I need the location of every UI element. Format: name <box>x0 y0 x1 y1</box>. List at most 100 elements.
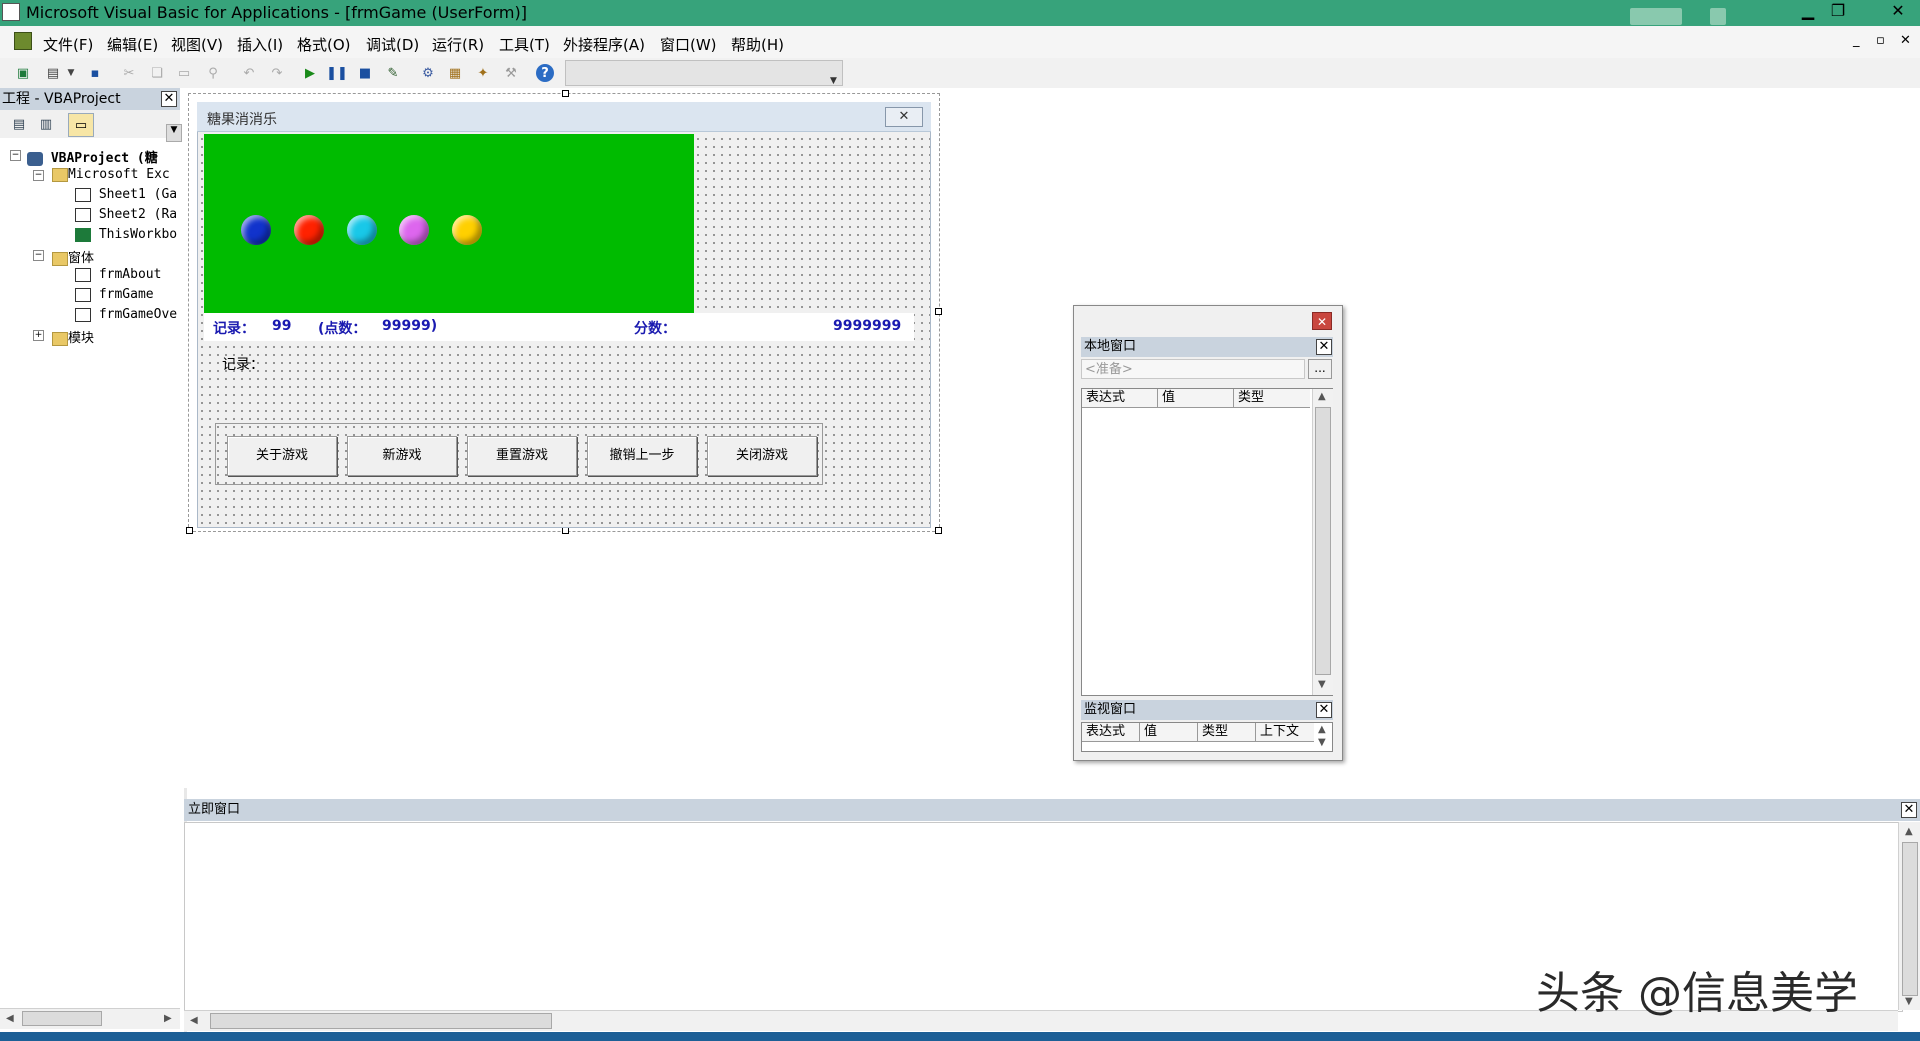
locals-vscrollbar[interactable]: ▲ ▼ <box>1312 389 1333 695</box>
find-icon[interactable]: ⚲ <box>204 64 222 82</box>
resize-handle[interactable] <box>935 308 942 315</box>
resize-handle[interactable] <box>935 527 942 534</box>
watch-col-type[interactable]: 类型 <box>1198 723 1256 741</box>
locals-col-type[interactable]: 类型 <box>1234 389 1310 407</box>
toggle-folders-icon[interactable]: ▭ <box>68 113 94 137</box>
scroll-down-icon[interactable]: ▼ <box>1318 737 1326 748</box>
menu-help[interactable]: 帮助(H) <box>731 34 784 55</box>
menu-run[interactable]: 运行(R) <box>432 34 484 55</box>
paste-icon[interactable]: ▭ <box>175 64 193 82</box>
menu-format[interactable]: 格式(O) <box>297 34 351 55</box>
maximize-icon[interactable]: ❐ <box>1823 0 1853 22</box>
dropdown-arrow-icon[interactable]: ▼ <box>66 64 76 82</box>
collapse-icon[interactable]: − <box>10 150 21 161</box>
view-object-icon[interactable]: ▥ <box>37 115 55 133</box>
userform-close-icon[interactable]: ✕ <box>885 107 923 127</box>
candy-ball-cyan[interactable] <box>347 215 377 245</box>
locals-col-expression[interactable]: 表达式 <box>1082 389 1158 407</box>
menu-edit[interactable]: 编辑(E) <box>107 34 158 55</box>
locals-ellipsis-button[interactable]: ... <box>1308 359 1332 379</box>
scroll-up-icon[interactable]: ▲ <box>1318 391 1326 402</box>
collapse-icon[interactable]: − <box>33 170 44 181</box>
tree-thisworkbook[interactable]: ThisWorkbo <box>75 227 177 242</box>
mdi-close-icon[interactable]: ✕ <box>1900 33 1911 48</box>
locals-list[interactable]: 表达式值类型 ▲ ▼ <box>1081 388 1333 696</box>
scroll-down-icon[interactable]: ▼ <box>1318 679 1326 690</box>
menu-view[interactable]: 视图(V) <box>171 34 223 55</box>
watch-list[interactable]: 表达式值类型 上下文 ▲ ▼ <box>1081 722 1333 752</box>
mdi-restore-icon[interactable]: ▫ <box>1876 33 1885 48</box>
candy-ball-red[interactable] <box>294 215 324 245</box>
tree-excel-objects[interactable]: Microsoft Exc <box>52 167 170 182</box>
properties-window-icon[interactable]: ▦ <box>446 64 464 82</box>
project-close-icon[interactable]: ✕ <box>161 91 177 107</box>
scroll-thumb[interactable] <box>22 1011 102 1026</box>
view-code-icon[interactable]: ▤ <box>10 115 28 133</box>
tree-vbaproject[interactable]: VBAProject (糖 <box>27 147 158 166</box>
undo-step-button[interactable]: 撤销上一步 <box>587 436 697 476</box>
locals-close-icon[interactable]: ✕ <box>1316 339 1332 355</box>
minimize-icon[interactable]: ▁ <box>1793 0 1823 22</box>
new-game-button[interactable]: 新游戏 <box>347 436 457 476</box>
float-close-icon[interactable]: ✕ <box>1312 312 1332 330</box>
close-icon[interactable]: ✕ <box>1883 0 1913 22</box>
menu-insert[interactable]: 插入(I) <box>237 34 283 55</box>
tree-sheet2[interactable]: Sheet2 (Ra <box>75 207 177 222</box>
immediate-close-icon[interactable]: ✕ <box>1901 802 1917 818</box>
project-explorer-icon[interactable]: ⚙ <box>419 64 437 82</box>
location-combo[interactable] <box>565 60 843 86</box>
help-icon[interactable]: ? <box>536 64 554 82</box>
game-board[interactable] <box>204 134 694 314</box>
tree-frmgame[interactable]: frmGame <box>75 287 154 302</box>
undo-icon[interactable]: ↶ <box>240 64 258 82</box>
resize-handle[interactable] <box>186 527 193 534</box>
project-hscrollbar[interactable]: ◀ ▶ <box>0 1008 180 1029</box>
redo-icon[interactable]: ↷ <box>268 64 286 82</box>
scroll-up-icon[interactable]: ▲ <box>1905 826 1913 837</box>
scroll-thumb[interactable] <box>1315 407 1331 675</box>
mdi-minimize-icon[interactable]: _ <box>1853 33 1860 48</box>
vba-app-icon[interactable] <box>2 3 20 21</box>
expand-icon[interactable]: + <box>33 330 44 341</box>
candy-ball-blue[interactable] <box>241 215 271 245</box>
scroll-up-icon[interactable]: ▲ <box>1318 724 1326 735</box>
scroll-thumb[interactable] <box>1902 842 1918 996</box>
project-scroll-up-icon[interactable]: ▼ <box>166 124 182 142</box>
toolbox-icon[interactable]: ⚒ <box>502 64 520 82</box>
about-game-button[interactable]: 关于游戏 <box>227 436 337 476</box>
break-icon[interactable]: ❚❚ <box>326 64 348 82</box>
menu-addins[interactable]: 外接程序(A) <box>563 34 645 55</box>
menu-window[interactable]: 窗口(W) <box>660 34 717 55</box>
close-game-button[interactable]: 关闭游戏 <box>707 436 817 476</box>
candy-ball-violet[interactable] <box>399 215 429 245</box>
menu-file[interactable]: 文件(F) <box>43 34 93 55</box>
immediate-vscrollbar[interactable]: ▲ ▼ <box>1898 822 1920 1010</box>
tree-sheet1[interactable]: Sheet1 (Ga <box>75 187 177 202</box>
save-icon[interactable]: ▪ <box>86 64 104 82</box>
reset-game-button[interactable]: 重置游戏 <box>467 436 577 476</box>
candy-ball-yellow[interactable] <box>452 215 482 245</box>
reset-icon[interactable]: ■ <box>356 64 374 82</box>
resize-handle[interactable] <box>562 90 569 97</box>
combo-chevron-down-icon[interactable]: ▼ <box>830 76 837 86</box>
cut-icon[interactable]: ✂ <box>120 64 138 82</box>
watch-col-expression[interactable]: 表达式 <box>1082 723 1140 741</box>
scroll-left-icon[interactable]: ◀ <box>6 1013 14 1024</box>
insert-userform-icon[interactable]: ▤ <box>44 64 62 82</box>
watch-col-context[interactable]: 上下文 <box>1256 723 1314 741</box>
scroll-left-icon[interactable]: ◀ <box>190 1015 198 1026</box>
menu-debug[interactable]: 调试(D) <box>366 34 419 55</box>
collapse-icon[interactable]: − <box>33 250 44 261</box>
design-mode-icon[interactable]: ✎ <box>384 64 402 82</box>
scroll-right-icon[interactable]: ▶ <box>164 1013 172 1024</box>
locals-col-value[interactable]: 值 <box>1158 389 1234 407</box>
tree-frmabout[interactable]: frmAbout <box>75 267 161 282</box>
watch-close-icon[interactable]: ✕ <box>1316 702 1332 718</box>
scroll-down-icon[interactable]: ▼ <box>1905 996 1913 1007</box>
tree-forms[interactable]: 窗体 <box>52 247 94 266</box>
tree-modules[interactable]: 模块 <box>52 327 94 346</box>
scroll-thumb[interactable] <box>210 1013 552 1029</box>
menu-tools[interactable]: 工具(T) <box>499 34 550 55</box>
document-icon[interactable] <box>14 32 32 50</box>
tree-frmgameover[interactable]: frmGameOve <box>75 307 177 322</box>
